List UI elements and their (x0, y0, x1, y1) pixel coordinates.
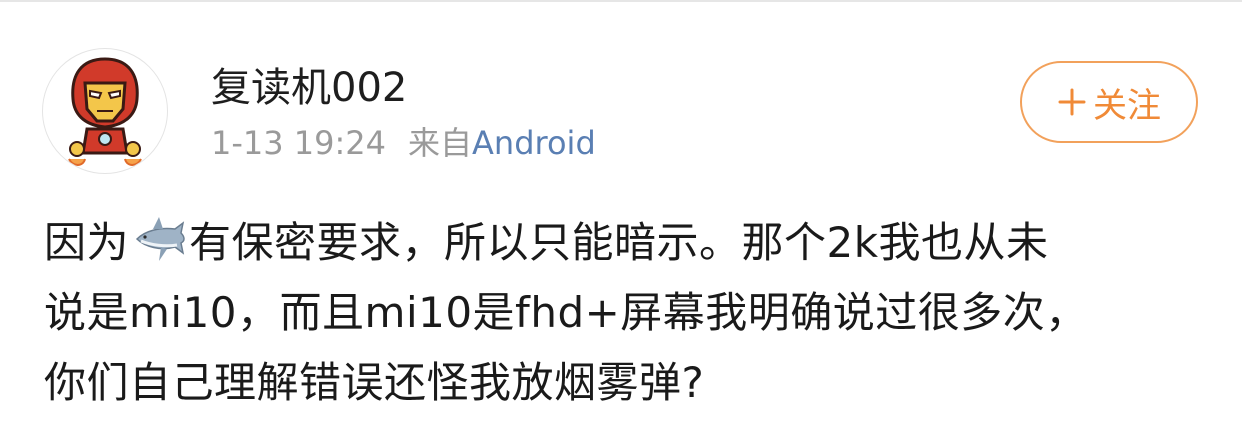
weibo-post: 复读机002 1-13 19:24 来自Android 关注 因为 有保密要求，所… (0, 0, 1242, 432)
content-line-1-rest: 有保密要求，所以只能暗示。那个2k我也从未 (189, 218, 1049, 267)
timestamp: 1-13 19:24 (211, 124, 387, 162)
iron-man-avatar-icon (68, 57, 142, 166)
source-link[interactable]: Android (472, 124, 596, 162)
content-line-1: 因为 有保密要求，所以只能暗示。那个2k我也从未 (44, 208, 1204, 278)
content-line-1-prefix: 因为 (44, 218, 130, 267)
post-content: 因为 有保密要求，所以只能暗示。那个2k我也从未 说是mi10，而且mi10是f… (44, 208, 1204, 418)
post-meta: 1-13 19:24 来自Android (211, 122, 596, 164)
content-line-3: 你们自己理解错误还怪我放烟雾弹? (44, 358, 705, 407)
from-label: 来自 (408, 124, 473, 162)
shark-emoji-icon (135, 217, 185, 261)
username[interactable]: 复读机002 (211, 62, 407, 114)
avatar[interactable] (42, 48, 168, 174)
plus-icon (1058, 88, 1086, 116)
follow-label: 关注 (1093, 85, 1161, 126)
content-line-2: 说是mi10，而且mi10是fhd+屏幕我明确说过很多次， (44, 288, 1088, 337)
follow-button[interactable]: 关注 (1020, 61, 1198, 143)
